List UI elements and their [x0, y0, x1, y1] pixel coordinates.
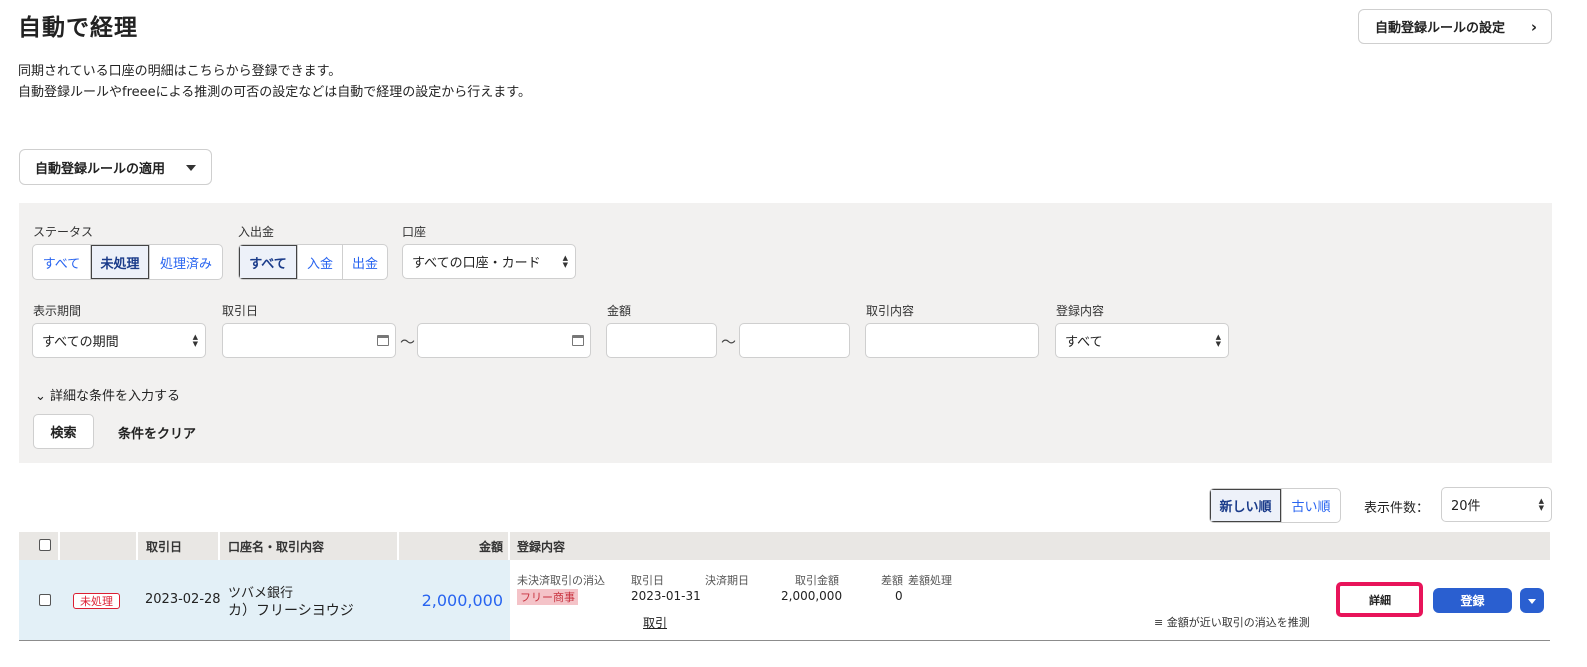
caret-down-icon [186, 165, 196, 171]
status-label: ステータス [33, 225, 94, 239]
registered-select-value: すべて [1065, 335, 1103, 350]
description-line-1: 同期されている口座の明細はこちらから登録できます。 [18, 64, 342, 79]
row-date: 2023-02-28 [145, 592, 221, 607]
status-segmented: すべて 未処理 処理済み [32, 244, 223, 280]
clear-conditions-button[interactable]: 条件をクリア [118, 423, 196, 442]
status-unprocessed[interactable]: 未処理 [91, 245, 150, 279]
period-select[interactable]: すべての期間 ▲ ▼ [32, 323, 206, 358]
header-amount: 金額 [478, 539, 503, 554]
status-all[interactable]: すべて [33, 245, 91, 279]
page-size-label: 表示件数： [1364, 501, 1430, 516]
row-checkbox[interactable] [39, 594, 51, 606]
register-options-button[interactable] [1520, 588, 1544, 613]
guess-note-text: 金額が近い取引の消込を推測 [1166, 616, 1310, 629]
calendar-icon [377, 335, 389, 346]
page-title: 自動で経理 [18, 15, 138, 41]
select-all-checkbox[interactable] [39, 539, 51, 551]
table-row: 未処理 2023-02-28 ツバメ銀行 カ）フリーシヨウジ 2,000,000… [19, 560, 1550, 641]
table-header: 取引日 口座名・取引内容 金額 登録内容 [19, 532, 1550, 560]
select-arrows-icon: ▲ ▼ [192, 333, 198, 348]
content-input[interactable] [865, 323, 1039, 358]
inout-deposit[interactable]: 入金 [298, 245, 343, 279]
inout-label: 入出金 [238, 225, 275, 239]
sort-newest[interactable]: 新しい順 [1210, 489, 1282, 522]
trade-date-label: 取引日 [222, 304, 259, 318]
header-divider [136, 532, 138, 560]
header-registered: 登録内容 [517, 539, 566, 554]
filter-check-icon: ≡ [1154, 616, 1164, 629]
diff-value: 0 [895, 589, 903, 603]
match-type: 未決済取引の消込 [517, 574, 605, 587]
inout-withdrawal[interactable]: 出金 [343, 245, 387, 279]
match-date-header: 取引日 [631, 574, 664, 587]
account-select[interactable]: すべての口座・カード ▲ ▼ [402, 244, 576, 279]
registered-select[interactable]: すべて ▲ ▼ [1055, 323, 1229, 358]
registered-label: 登録内容 [1056, 304, 1105, 318]
page-size-select[interactable]: 20件 ▲ ▼ [1441, 487, 1552, 522]
auto-rule-settings-button[interactable]: 自動登録ルールの設定 › [1358, 9, 1552, 44]
status-processed[interactable]: 処理済み [150, 245, 222, 279]
calendar-icon [572, 335, 584, 346]
match-date: 2023-01-31 [631, 589, 701, 603]
header-divider [397, 532, 399, 560]
caret-down-icon [1528, 599, 1536, 604]
header-divider [218, 532, 220, 560]
match-amount: 2,000,000 [781, 589, 843, 603]
advanced-conditions-label: 詳細な条件を入力する [50, 389, 181, 404]
match-amount-header: 取引金額 [795, 574, 839, 587]
page-description: 同期されている口座の明細はこちらから登録できます。 自動登録ルールやfreeeに… [18, 61, 531, 103]
select-arrows-icon: ▲ ▼ [1215, 333, 1221, 348]
settings-button-label: 自動登録ルールの設定 [1375, 21, 1506, 36]
content-label: 取引内容 [866, 304, 915, 318]
filter-panel: ステータス すべて 未処理 処理済み 入出金 すべて 入金 出金 口座 すべての… [19, 203, 1552, 463]
header-date: 取引日 [146, 539, 183, 554]
status-badge: 未処理 [73, 593, 120, 609]
apply-rules-label: 自動登録ルールの適用 [35, 161, 166, 177]
description-line-2: 自動登録ルールやfreeeによる推測の可否の設定などは自動で経理の設定から行えま… [18, 85, 531, 100]
chevron-down-icon: ⌄ [35, 389, 46, 404]
trade-link[interactable]: 取引 [643, 614, 667, 631]
amount-max-input[interactable] [739, 323, 850, 358]
header-divider [508, 532, 510, 560]
row-bank: ツバメ銀行 [228, 586, 294, 601]
date-range-separator: 〜 [400, 333, 416, 351]
trade-date-to-input[interactable] [417, 323, 591, 358]
select-arrows-icon: ▲ ▼ [562, 254, 568, 269]
period-select-value: すべての期間 [42, 335, 119, 350]
inout-all[interactable]: すべて [239, 245, 298, 279]
amount-min-input[interactable] [606, 323, 717, 358]
advanced-conditions-toggle[interactable]: ⌄ 詳細な条件を入力する [35, 385, 180, 404]
account-label: 口座 [402, 225, 427, 239]
register-button[interactable]: 登録 [1433, 588, 1512, 613]
amount-range-separator: 〜 [721, 333, 737, 351]
row-amount: 2,000,000 [421, 591, 503, 610]
chevron-right-icon: › [1530, 18, 1537, 36]
select-arrows-icon: ▲ ▼ [1538, 497, 1544, 512]
match-due-header: 決済期日 [705, 574, 749, 587]
inout-segmented: すべて 入金 出金 [238, 244, 388, 280]
apply-rules-button[interactable]: 自動登録ルールの適用 [19, 149, 212, 185]
account-select-value: すべての口座・カード [412, 256, 541, 271]
diff-processing-header: 差額処理 [908, 574, 952, 587]
row-description: カ）フリーシヨウジ [228, 603, 354, 619]
search-button[interactable]: 検索 [33, 414, 94, 449]
trade-date-from-input[interactable] [222, 323, 396, 358]
detail-button[interactable]: 詳細 [1347, 590, 1413, 610]
guess-note: ≡ 金額が近い取引の消込を推測 [1154, 614, 1310, 630]
diff-header: 差額 [881, 574, 903, 587]
amount-label: 金額 [607, 304, 632, 318]
header-divider [58, 532, 60, 560]
partner-tag: フリー商事 [517, 589, 578, 605]
sort-oldest[interactable]: 古い順 [1282, 489, 1340, 522]
sort-order-segmented: 新しい順 古い順 [1209, 488, 1341, 523]
period-label: 表示期間 [33, 304, 82, 318]
header-account: 口座名・取引内容 [228, 539, 325, 554]
page-size-value: 20件 [1451, 499, 1481, 514]
